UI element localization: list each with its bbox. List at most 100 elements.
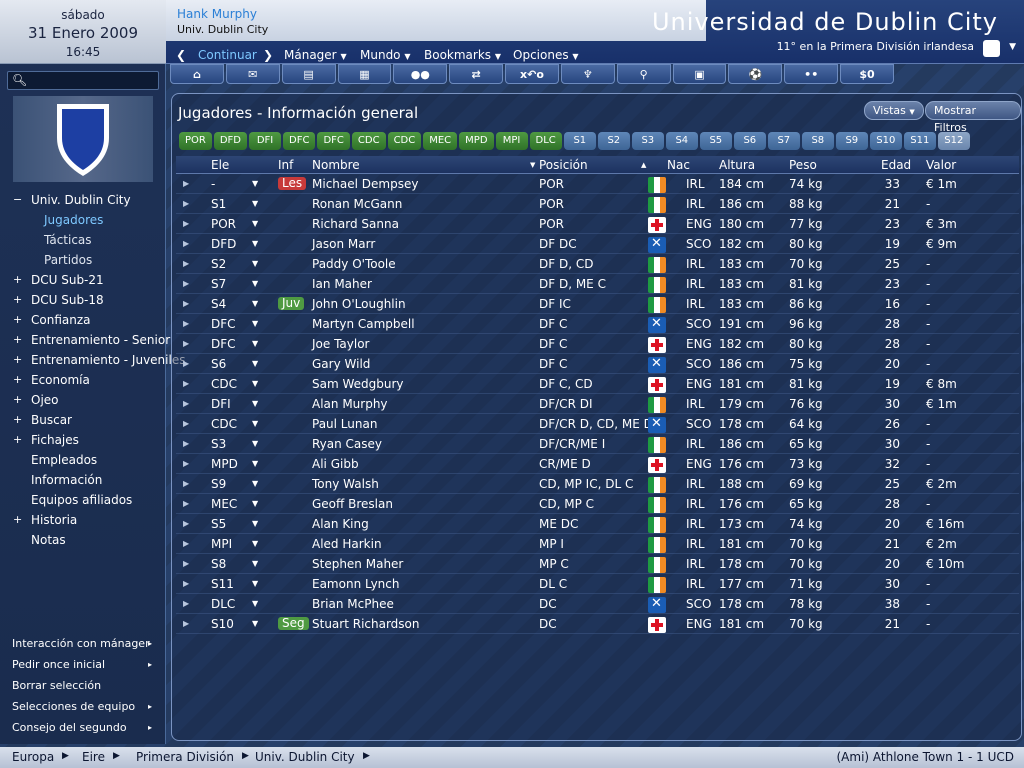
- ireland-flag-icon[interactable]: [983, 40, 1000, 57]
- table-row[interactable]: ▶ ▼ DFI Alan Murphy DF/CR DI IRL 179 cm 76 kg € …: [176, 394, 1019, 414]
- selection-dropdown-icon[interactable]: ▼: [252, 179, 258, 188]
- menu-manager[interactable]: Mánager ▼: [284, 48, 347, 62]
- sidebar-action-1[interactable]: Interacción con mánager ▸: [12, 634, 162, 654]
- table-row[interactable]: ▶ ▼ DLC Brian McPhee DC SCO 178 cm 78 kg - 38: [176, 594, 1019, 614]
- selection-dropdown-icon[interactable]: ▼: [252, 199, 258, 208]
- expand-row-icon[interactable]: ▶: [183, 479, 189, 488]
- table-row[interactable]: ▶ ▼ S5 Alan King ME DC IRL 173 cm 74 kg € 16m 20: [176, 514, 1019, 534]
- expand-icon[interactable]: +: [13, 270, 22, 290]
- expand-row-icon[interactable]: ▶: [183, 539, 189, 548]
- sidebar-item-9[interactable]: + Entrenamiento - Juveniles: [0, 350, 185, 370]
- expand-row-icon[interactable]: ▶: [183, 419, 189, 428]
- selection-dropdown-icon[interactable]: ▼: [252, 239, 258, 248]
- selection-dropdown-icon[interactable]: ▼: [252, 219, 258, 228]
- expand-row-icon[interactable]: ▶: [183, 599, 189, 608]
- chevron-down-icon[interactable]: ▼: [1009, 42, 1016, 52]
- table-row[interactable]: ▶ ▼ DFD Jason Marr DF DC SCO 182 cm 80 kg € 9m 19: [176, 234, 1019, 254]
- sidebar-action-4[interactable]: Selecciones de equipo ▸: [12, 697, 162, 717]
- expand-icon[interactable]: +: [13, 330, 22, 350]
- expand-row-icon[interactable]: ▶: [183, 299, 189, 308]
- sidebar-item-4[interactable]: Partidos: [0, 250, 166, 270]
- filter-chip-dfc[interactable]: DFC: [283, 132, 316, 150]
- expand-row-icon[interactable]: ▶: [183, 579, 189, 588]
- status-badge[interactable]: Seg: [278, 617, 309, 630]
- status-badge[interactable]: Les: [278, 177, 307, 190]
- col-name[interactable]: Nombre: [312, 158, 360, 172]
- selection-dropdown-icon[interactable]: ▼: [252, 359, 258, 368]
- breadcrumb-item[interactable]: Univ. Dublin City: [255, 750, 355, 764]
- expand-row-icon[interactable]: ▶: [183, 519, 189, 528]
- sidebar-item-7[interactable]: + Confianza: [0, 310, 166, 330]
- show-filters-button[interactable]: Mostrar Filtros: [925, 101, 1021, 134]
- selection-dropdown-icon[interactable]: ▼: [252, 299, 258, 308]
- table-row[interactable]: ▶ ▼ S8 Stephen Maher MP C IRL 178 cm 70 kg € 10m…: [176, 554, 1019, 574]
- forward-arrow-icon[interactable]: ❯: [263, 48, 273, 62]
- scout-icon[interactable]: ••: [784, 64, 839, 84]
- sidebar-item-2[interactable]: Jugadores: [0, 210, 166, 230]
- col-age[interactable]: Edad: [881, 158, 911, 172]
- table-row[interactable]: ▶ ▼ S7 Ian Maher DF D, ME C IRL 183 cm 81 kg - 23: [176, 274, 1019, 294]
- selection-dropdown-icon[interactable]: ▼: [252, 279, 258, 288]
- table-row[interactable]: ▶ ▼ MPD Ali Gibb CR/ME D ENG 176 cm 73 kg - 32: [176, 454, 1019, 474]
- breadcrumb-item[interactable]: Primera División: [136, 750, 234, 764]
- selection-dropdown-icon[interactable]: ▼: [252, 579, 258, 588]
- continue-button[interactable]: Continuar: [198, 48, 257, 62]
- sidebar-item-6[interactable]: + DCU Sub-18: [0, 290, 166, 310]
- filter-chip-s3[interactable]: S3: [631, 132, 664, 150]
- manager-name[interactable]: Hank Murphy: [177, 7, 257, 21]
- sidebar-item-3[interactable]: Tácticas: [0, 230, 166, 250]
- filter-chip-s8[interactable]: S8: [801, 132, 834, 150]
- transfer-icon[interactable]: ⇄: [449, 64, 504, 84]
- expand-icon[interactable]: +: [13, 310, 22, 330]
- col-weight[interactable]: Peso: [789, 158, 817, 172]
- back-arrow-icon[interactable]: ❮: [176, 48, 186, 62]
- sidebar-item-12[interactable]: + Buscar: [0, 410, 166, 430]
- club-name[interactable]: Univ. Dublin City: [177, 23, 268, 36]
- expand-row-icon[interactable]: ▶: [183, 399, 189, 408]
- sidebar-action-3[interactable]: Borrar selección: [12, 676, 162, 696]
- breadcrumb-item[interactable]: Eire: [82, 750, 105, 764]
- table-row[interactable]: ▶ ▼ S3 Ryan Casey DF/CR/ME I IRL 186 cm 65 kg - 3…: [176, 434, 1019, 454]
- table-row[interactable]: ▶ ▼ CDC Paul Lunan DF/CR D, CD, ME DC SCO 178 …: [176, 414, 1019, 434]
- sidebar-item-13[interactable]: + Fichajes: [0, 430, 166, 450]
- expand-row-icon[interactable]: ▶: [183, 239, 189, 248]
- filter-chip-cdc[interactable]: CDC: [387, 132, 422, 150]
- expand-row-icon[interactable]: ▶: [183, 259, 189, 268]
- trophy-icon[interactable]: ♆: [560, 64, 615, 84]
- selection-dropdown-icon[interactable]: ▼: [252, 379, 258, 388]
- selection-dropdown-icon[interactable]: ▼: [252, 499, 258, 508]
- expand-icon[interactable]: +: [13, 510, 22, 530]
- sidebar-action-2[interactable]: Pedir once inicial ▸: [12, 655, 162, 675]
- selection-dropdown-icon[interactable]: ▼: [252, 339, 258, 348]
- col-info[interactable]: Inf: [278, 158, 293, 172]
- selection-dropdown-icon[interactable]: ▼: [252, 419, 258, 428]
- calendar-icon[interactable]: ▦: [337, 64, 392, 84]
- breadcrumb-item[interactable]: Europa: [12, 750, 54, 764]
- table-row[interactable]: ▶ ▼ S9 Tony Walsh CD, MP IC, DL C IRL 188 cm 69…: [176, 474, 1019, 494]
- squad-icon[interactable]: ▤: [281, 64, 336, 84]
- views-button[interactable]: Vistas ▼: [864, 101, 924, 120]
- selection-dropdown-icon[interactable]: ▼: [252, 459, 258, 468]
- table-row[interactable]: ▶ ▼ POR Richard Sanna POR ENG 180 cm 77 kg € 3m 2…: [176, 214, 1019, 234]
- menu-bookmarks[interactable]: Bookmarks ▼: [424, 48, 501, 62]
- col-height[interactable]: Altura: [719, 158, 755, 172]
- expand-icon[interactable]: +: [13, 370, 22, 390]
- expand-row-icon[interactable]: ▶: [183, 339, 189, 348]
- selection-dropdown-icon[interactable]: ▼: [252, 319, 258, 328]
- table-row[interactable]: ▶ ▼ - Michael Dempsey POR IRL 184 cm 74 kg € 1m 3…: [176, 174, 1019, 194]
- filter-chip-s1[interactable]: S1: [563, 132, 596, 150]
- expand-icon[interactable]: +: [13, 350, 22, 370]
- table-row[interactable]: ▶ ▼ S2 Paddy O'Toole DF D, CD IRL 183 cm 70 kg -…: [176, 254, 1019, 274]
- home-icon[interactable]: ⌂: [170, 64, 224, 84]
- col-position[interactable]: Posición: [539, 158, 588, 172]
- search-icon[interactable]: ⚲: [616, 64, 671, 84]
- expand-row-icon[interactable]: ▶: [183, 279, 189, 288]
- expand-icon[interactable]: +: [13, 390, 22, 410]
- table-row[interactable]: ▶ ▼ CDC Sam Wedgbury DF C, CD ENG 181 cm 81 kg €…: [176, 374, 1019, 394]
- filter-chip-s12[interactable]: S12: [937, 132, 970, 150]
- training-icon[interactable]: ⚽: [728, 64, 783, 84]
- status-badge[interactable]: Juv: [278, 297, 305, 310]
- filter-chip-s9[interactable]: S9: [835, 132, 868, 150]
- sidebar-item-16[interactable]: Equipos afiliados: [0, 490, 166, 510]
- col-selection[interactable]: Ele: [211, 158, 229, 172]
